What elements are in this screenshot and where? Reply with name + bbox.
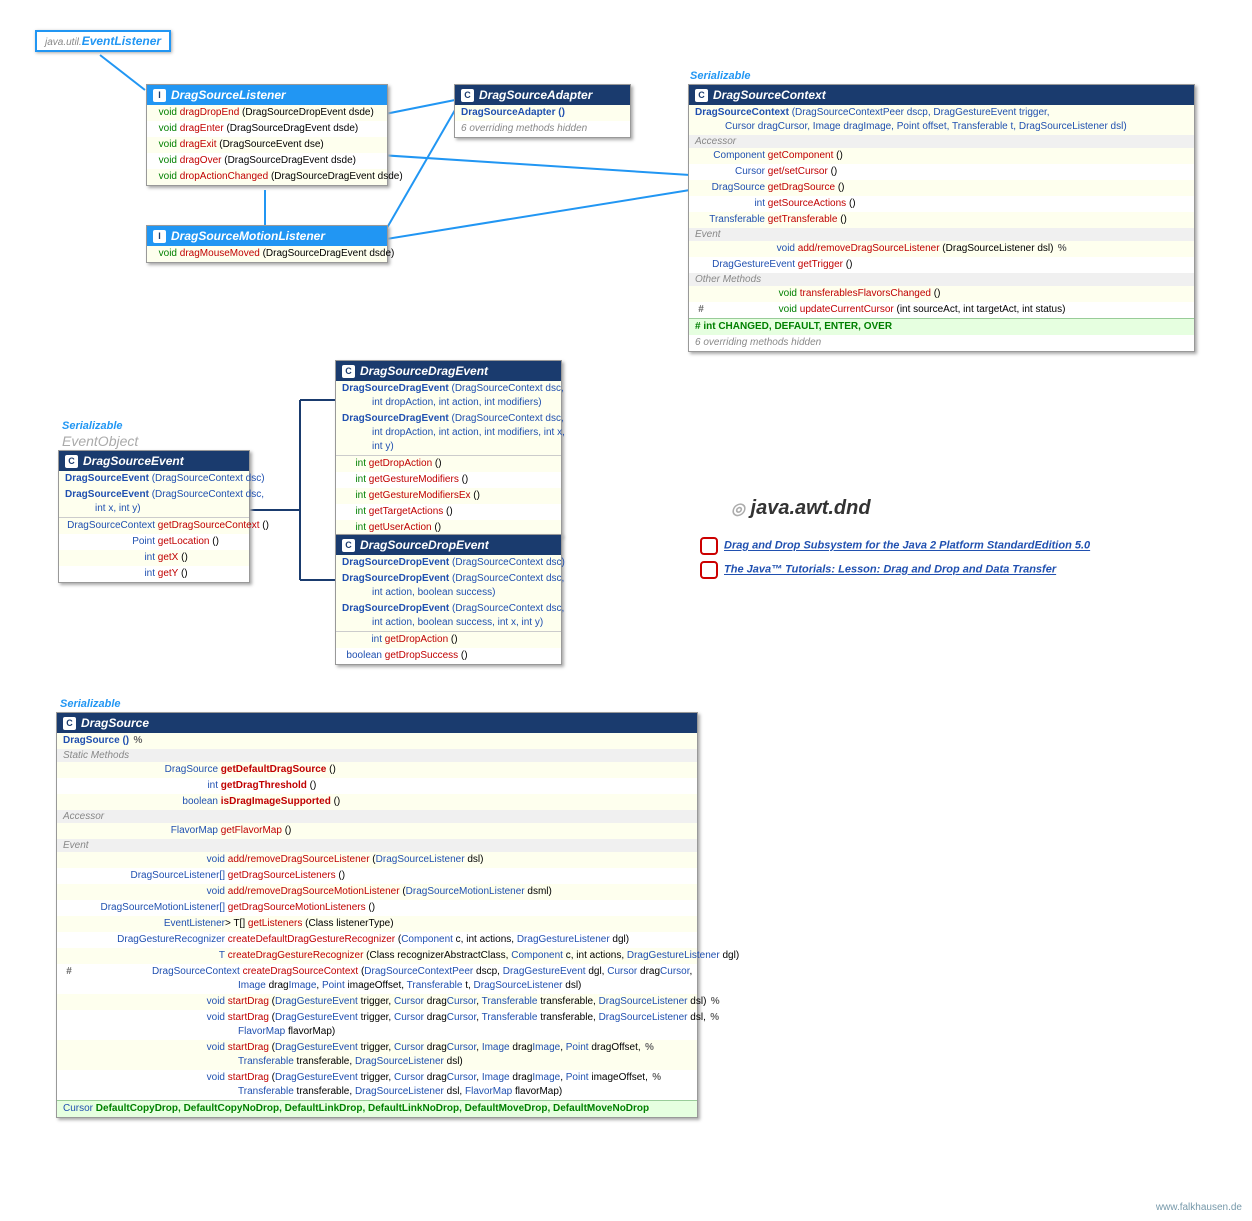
box-title: CDragSourceContext [689,85,1194,105]
class-icon: C [342,539,355,552]
box-dragsourceevent: CDragSourceEvent DragSourceEvent (DragSo… [58,450,250,583]
class-icon: C [695,89,708,102]
interface-icon: I [153,230,166,243]
box-dragsourceadapter: CDragSourceAdapter DragSourceAdapter () … [454,84,631,138]
serializable-label[interactable]: Serializable [690,70,751,82]
class-icon: C [461,89,474,102]
doc-link-2[interactable]: The Java™ Tutorials: Lesson: Drag and Dr… [724,564,1056,576]
box-title: IDragSourceListener [147,85,387,105]
box-dragsourcedropevent: CDragSourceDropEvent DragSourceDropEvent… [335,534,562,665]
box-dragsourcecontext: CDragSourceContext DragSourceContext (Dr… [688,84,1195,352]
class-icon: C [65,455,78,468]
box-dragsourcelistener: IDragSourceListener void dragDropEnd (Dr… [146,84,388,186]
serializable-label[interactable]: Serializable [60,698,121,710]
box-title: CDragSourceEvent [59,451,249,471]
box-dragsource: CDragSource DragSource () % Static Metho… [56,712,698,1118]
doc-links: Drag and Drop Subsystem for the Java 2 P… [700,537,1090,579]
box-title: CDragSourceDropEvent [336,535,561,555]
box-title: IDragSourceMotionListener [147,226,387,246]
box-dragsourcedragevent: CDragSourceDragEvent DragSourceDragEvent… [335,360,562,537]
doc-link-1[interactable]: Drag and Drop Subsystem for the Java 2 P… [724,540,1090,552]
box-title: CDragSourceAdapter [455,85,630,105]
eventlistener-link[interactable]: java.util.EventListener [35,30,171,52]
interface-icon: I [153,89,166,102]
link-bullet-icon [700,537,718,555]
watermark: www.falkhausen.de [1156,1202,1242,1213]
box-dragsourcemotionlistener: IDragSourceMotionListener void dragMouse… [146,225,388,263]
serializable-label[interactable]: Serializable [62,420,123,432]
class-icon: C [63,717,76,730]
eventobject-label[interactable]: EventObject [62,433,138,449]
box-title: CDragSource [57,713,697,733]
package-title: ◎ java.awt.dnd [731,497,871,520]
box-title: CDragSourceDragEvent [336,361,561,381]
class-icon: C [342,365,355,378]
link-bullet-icon [700,561,718,579]
